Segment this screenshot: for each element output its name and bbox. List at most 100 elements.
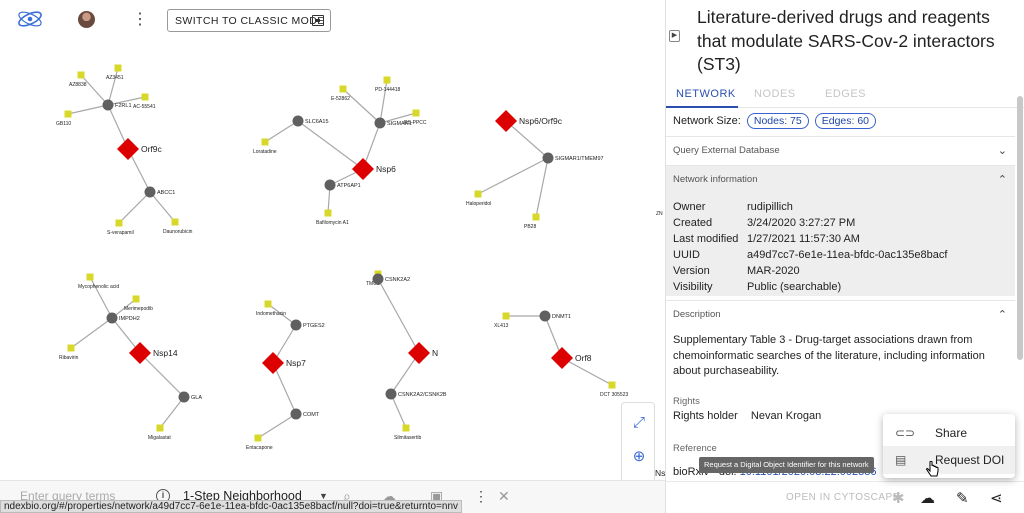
gene-node[interactable] — [539, 310, 551, 322]
gene-node[interactable] — [106, 312, 118, 324]
vertical-dots-icon[interactable]: ⋮ — [132, 10, 148, 30]
user-avatar-icon[interactable] — [78, 11, 95, 28]
cloud-download-icon[interactable]: ☁ — [920, 489, 935, 507]
panel-scrollbar[interactable] — [1017, 96, 1023, 360]
link-icon: ⊂⊃ — [895, 426, 916, 440]
drug-node[interactable] — [171, 218, 179, 226]
gene-node[interactable] — [372, 273, 384, 285]
gene-node-label: IMPDH2 — [119, 316, 140, 322]
viral-protein-node[interactable] — [551, 347, 573, 369]
edges-chip[interactable]: Edges: 60 — [814, 113, 877, 129]
drug-node[interactable] — [339, 85, 347, 93]
drug-node[interactable] — [383, 76, 391, 84]
tab-network[interactable]: NETWORK — [676, 88, 736, 100]
vertical-dots-icon[interactable]: ⋮ — [474, 488, 488, 505]
network-edge[interactable] — [107, 67, 119, 106]
nodes-chip[interactable]: Nodes: 75 — [746, 113, 809, 129]
query-external-db-header[interactable]: Query External Database ⌄ — [666, 136, 1015, 164]
gene-node[interactable] — [102, 99, 114, 111]
drug-node[interactable] — [264, 300, 272, 308]
drug-node[interactable] — [86, 273, 94, 281]
viral-protein-node[interactable] — [408, 342, 430, 364]
drug-node[interactable] — [141, 93, 149, 101]
drug-node-label: XL413 — [494, 323, 509, 329]
cytoscape-icon[interactable]: ✱ — [892, 489, 905, 507]
drug-node[interactable] — [67, 344, 75, 352]
chevron-up-icon: ⌃ — [997, 174, 1007, 186]
drug-node[interactable] — [64, 110, 72, 118]
drug-node[interactable] — [115, 219, 123, 227]
network-edge[interactable] — [297, 120, 364, 170]
open-in-cytoscape-button[interactable]: OPEN IN CYTOSCAPE — [786, 492, 900, 503]
gene-node[interactable] — [324, 179, 336, 191]
network-edge[interactable] — [159, 396, 185, 429]
ndex-logo-icon[interactable] — [16, 8, 44, 30]
switch-classic-mode-button[interactable]: SWITCH TO CLASSIC MODE — [167, 9, 331, 32]
drug-node[interactable] — [324, 209, 332, 217]
gene-node[interactable] — [144, 186, 156, 198]
gene-node[interactable] — [385, 388, 397, 400]
network-edge[interactable] — [257, 413, 297, 439]
drug-node[interactable] — [402, 424, 410, 432]
network-edge[interactable] — [477, 157, 549, 195]
drug-node[interactable] — [156, 424, 164, 432]
network-edge[interactable] — [342, 88, 381, 124]
gene-node[interactable] — [542, 152, 554, 164]
viral-protein-node[interactable] — [495, 110, 517, 132]
share-menu-item[interactable]: ⊂⊃ Share — [883, 419, 1015, 447]
network-edge[interactable] — [149, 191, 176, 223]
viral-protein-node[interactable] — [117, 138, 139, 160]
tab-edges[interactable]: EDGES — [825, 88, 866, 100]
drug-node[interactable] — [77, 71, 85, 79]
drug-node[interactable] — [132, 295, 140, 303]
gene-node-label: COMT — [303, 412, 320, 418]
network-edge[interactable] — [118, 191, 151, 224]
drug-node[interactable] — [412, 109, 420, 117]
edit-pencil-icon[interactable]: ✎ — [956, 489, 969, 507]
gene-node[interactable] — [178, 391, 190, 403]
drug-node[interactable] — [502, 312, 510, 320]
gene-node[interactable] — [290, 408, 302, 420]
share-label: Share — [935, 426, 968, 440]
info-key: Owner — [673, 201, 706, 213]
drug-node[interactable] — [114, 64, 122, 72]
share-icon[interactable]: ⋖ — [990, 489, 1003, 507]
drug-node[interactable] — [608, 381, 616, 389]
gene-node[interactable] — [292, 115, 304, 127]
network-edge[interactable] — [390, 393, 407, 429]
info-value: 3/24/2020 3:27:27 PM — [747, 217, 856, 229]
network-edge[interactable] — [264, 120, 299, 143]
gene-node[interactable] — [374, 117, 386, 129]
viral-protein-node[interactable] — [352, 158, 374, 180]
drug-node[interactable] — [532, 213, 540, 221]
info-key: UUID — [673, 249, 700, 261]
request-doi-menu-item[interactable]: ▤ Request DOI — [883, 446, 1015, 474]
network-edge[interactable] — [505, 120, 549, 159]
info-value: 1/27/2021 11:57:30 AM — [747, 233, 860, 245]
network-edge[interactable] — [377, 278, 420, 354]
network-edge[interactable] — [535, 157, 549, 218]
viral-protein-node[interactable] — [262, 352, 284, 374]
collapse-panel-icon[interactable]: ▶ — [669, 30, 680, 42]
network-edge[interactable] — [70, 317, 113, 349]
network-edge[interactable] — [272, 362, 297, 415]
close-icon[interactable]: ✕ — [498, 488, 510, 505]
tab-nodes[interactable]: NODES — [754, 88, 796, 100]
gene-node[interactable] — [290, 319, 302, 331]
zoom-in-icon[interactable]: ⊕ — [622, 439, 656, 473]
drug-node[interactable] — [254, 434, 262, 442]
status-url: ndexbio.org/#/properties/network/a49d7cc… — [0, 500, 463, 513]
network-edge[interactable] — [80, 74, 109, 106]
info-value: MAR-2020 — [747, 265, 800, 277]
network-canvas[interactable]: AZ8838 AZ3451 AC-55541 GB110 S-verapamil Daun… — [0, 40, 665, 506]
network-information-header[interactable]: Network information ⌃ — [666, 165, 1015, 193]
drug-node[interactable] — [474, 190, 482, 198]
network-edge[interactable] — [139, 352, 185, 398]
fit-screen-icon[interactable]: ⤢ — [622, 405, 656, 439]
network-graph[interactable]: AZ8838 AZ3451 AC-55541 GB110 S-verapamil Daun… — [0, 40, 665, 480]
drug-node[interactable] — [261, 138, 269, 146]
description-header[interactable]: Description ⌃ — [666, 300, 1015, 328]
viral-protein-label: Ns — [655, 468, 665, 478]
window-icon — [312, 15, 324, 26]
network-edge[interactable] — [67, 104, 109, 115]
